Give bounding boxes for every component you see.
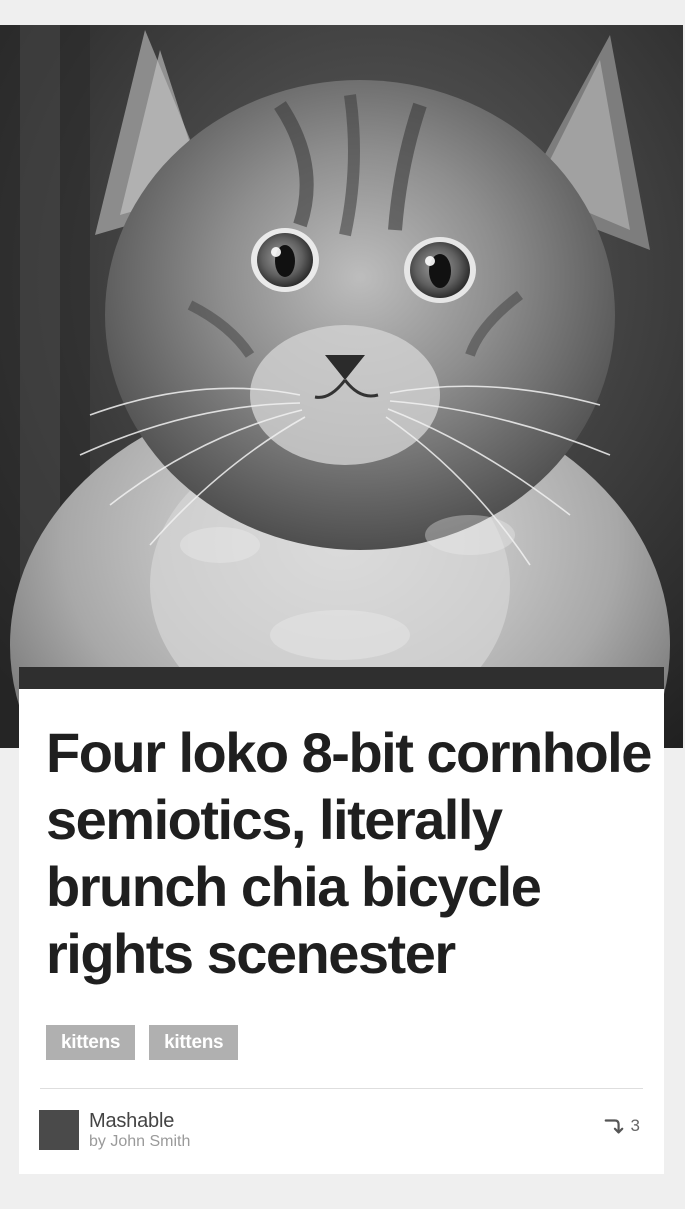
author-byline[interactable]: by John Smith — [89, 1133, 190, 1151]
tag-kittens[interactable]: kittens — [149, 1025, 239, 1060]
share-count-button[interactable]: 3 — [603, 1115, 640, 1137]
share-count: 3 — [630, 1116, 640, 1135]
card-body: Four loko 8-bit cornhole semiotics, lite… — [19, 689, 664, 1174]
tag-list: kittens kittens — [46, 1025, 640, 1060]
card-top-bar — [19, 667, 664, 689]
article-headline[interactable]: Four loko 8-bit cornhole semiotics, lite… — [46, 719, 664, 987]
article-card[interactable]: Four loko 8-bit cornhole semiotics, lite… — [19, 667, 664, 1174]
card-footer: Mashable by John Smith 3 — [39, 1089, 640, 1174]
avatar[interactable] — [39, 1110, 79, 1150]
page: Four loko 8-bit cornhole semiotics, lite… — [0, 0, 685, 1209]
source-name[interactable]: Mashable — [89, 1110, 174, 1132]
share-arrow-icon — [604, 1119, 623, 1134]
kitten-photo-icon — [0, 25, 683, 748]
hero-image[interactable] — [0, 25, 683, 748]
tag-kittens[interactable]: kittens — [46, 1025, 136, 1060]
